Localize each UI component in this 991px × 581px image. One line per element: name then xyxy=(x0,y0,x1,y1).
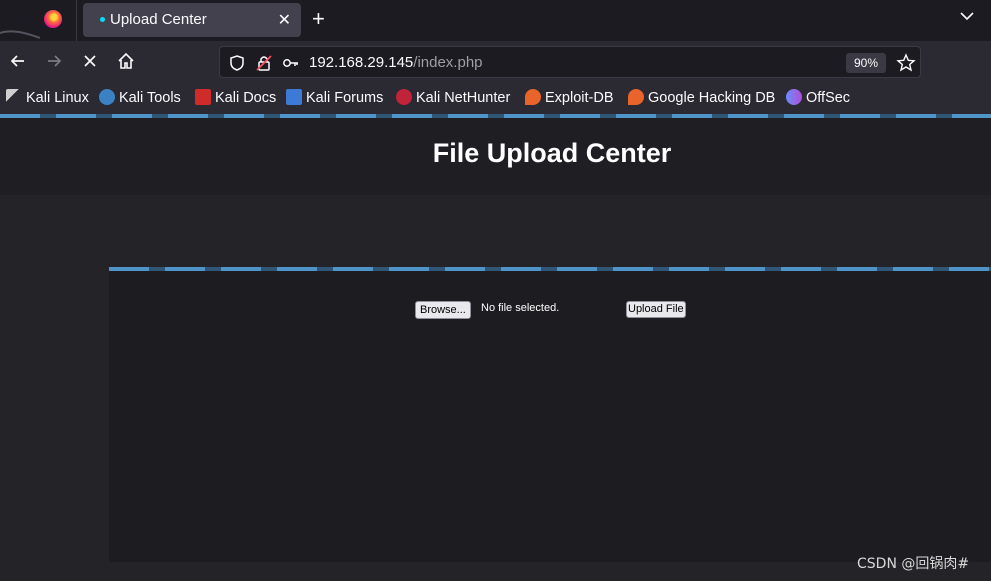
bookmark-label: Kali Forums xyxy=(306,90,384,106)
tab-separator xyxy=(76,0,77,41)
watermark: CSDN @回锅肉# xyxy=(857,556,970,572)
new-tab-button[interactable]: + xyxy=(312,6,325,32)
insecure-lock-icon[interactable] xyxy=(255,54,273,72)
home-icon[interactable] xyxy=(116,51,136,71)
bookmark-label: Kali NetHunter xyxy=(416,90,511,106)
bookmark-kali-nethunter[interactable]: Kali NetHunter xyxy=(396,89,510,107)
tab-strip: Upload Center ✕ + xyxy=(0,0,991,41)
file-status: No file selected. xyxy=(481,302,560,314)
bookmark-label: Exploit-DB xyxy=(545,90,614,106)
upload-file-button[interactable]: Upload File xyxy=(626,301,686,318)
tab-upload-center[interactable]: Upload Center ✕ xyxy=(83,3,301,37)
bookmark-exploit-db[interactable]: Exploit-DB xyxy=(525,89,614,107)
kali-corner-icon xyxy=(0,30,40,39)
offsec-icon xyxy=(786,89,802,105)
close-tab-icon[interactable]: ✕ xyxy=(278,10,291,29)
back-arrow-icon[interactable] xyxy=(8,51,28,71)
shield-icon[interactable] xyxy=(228,54,246,72)
bookmark-label: Kali Docs xyxy=(215,90,277,106)
url-path: /index.php xyxy=(413,54,483,71)
browser-window: Upload Center ✕ + 192.168.29.145/index.p… xyxy=(0,0,991,581)
page-title: File Upload Center xyxy=(432,138,672,168)
page-content: File Upload Center Browse... No file sel… xyxy=(0,114,991,581)
bookmark-label: Kali Linux xyxy=(26,90,89,106)
bookmark-kali-tools[interactable]: Kali Tools xyxy=(99,89,181,107)
browse-button[interactable]: Browse... xyxy=(415,301,471,319)
kali-docs-icon xyxy=(195,89,211,105)
forward-arrow-icon[interactable] xyxy=(44,51,64,71)
chevron-down-icon[interactable] xyxy=(960,9,974,23)
zoom-indicator[interactable]: 90% xyxy=(846,53,886,73)
url-text[interactable]: 192.168.29.145/index.php xyxy=(309,54,483,71)
bookmark-offsec[interactable]: OffSec xyxy=(786,89,850,107)
stop-loading-icon[interactable] xyxy=(80,51,100,71)
address-bar[interactable]: 192.168.29.145/index.php 90% xyxy=(219,46,921,78)
bookmark-star-icon[interactable] xyxy=(896,53,916,73)
kali-nethunter-icon xyxy=(396,89,412,105)
bookmark-kali-linux[interactable]: Kali Linux xyxy=(6,89,89,107)
upload-panel: Browse... No file selected. Upload File xyxy=(109,267,991,562)
exploit-db-icon xyxy=(525,89,541,105)
bookmark-google-hacking-db[interactable]: Google Hacking DB xyxy=(628,89,775,107)
ghdb-icon xyxy=(628,89,644,105)
url-host: 192.168.29.145 xyxy=(309,54,414,71)
panel-stripe xyxy=(109,267,991,271)
page-header: File Upload Center xyxy=(0,118,991,195)
bookmark-kali-docs[interactable]: Kali Docs xyxy=(195,89,276,107)
kali-tools-icon xyxy=(99,89,115,105)
firefox-icon[interactable] xyxy=(44,10,62,28)
navigation-toolbar: 192.168.29.145/index.php 90% xyxy=(0,41,991,82)
tab-title: Upload Center xyxy=(110,11,207,28)
kali-dragon-icon xyxy=(6,89,22,105)
bookmark-label: Google Hacking DB xyxy=(648,90,776,106)
bookmark-kali-forums[interactable]: Kali Forums xyxy=(286,89,383,107)
key-icon[interactable] xyxy=(282,54,300,72)
loading-dot-icon xyxy=(100,17,105,22)
bookmark-label: OffSec xyxy=(806,90,851,106)
kali-forums-icon xyxy=(286,89,302,105)
bookmarks-toolbar: Kali Linux Kali Tools Kali Docs Kali For… xyxy=(0,82,991,114)
bookmark-label: Kali Tools xyxy=(119,90,181,106)
